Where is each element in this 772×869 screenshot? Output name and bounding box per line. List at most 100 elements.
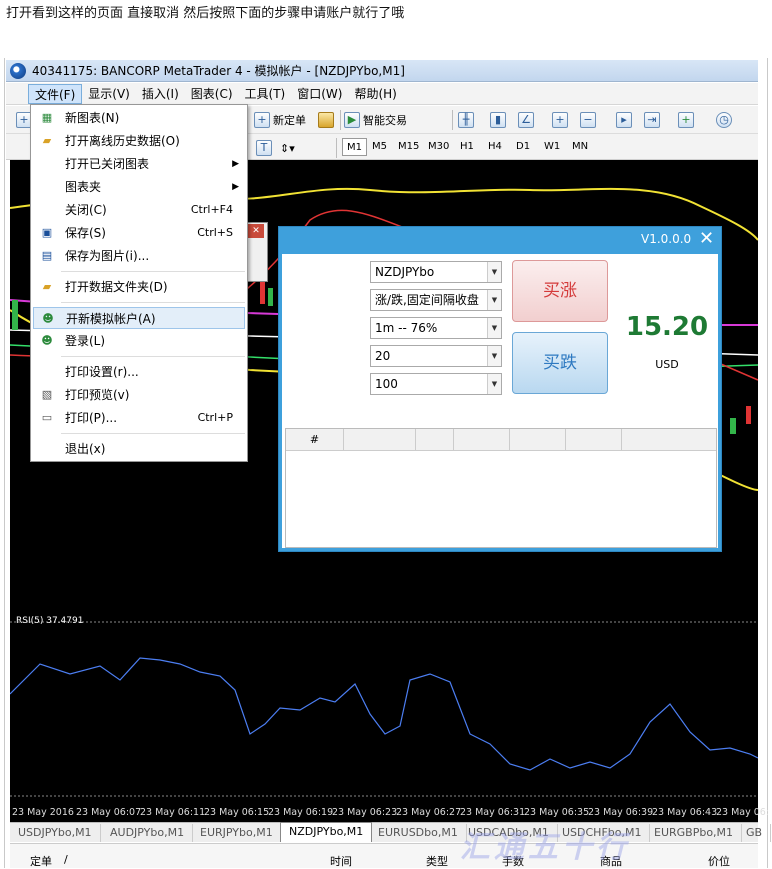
timeframe-h1[interactable]: H1	[456, 138, 478, 156]
tab-nzdjpy[interactable]: NZDJPYbo,M1	[280, 822, 373, 842]
timeframe-m5[interactable]: M5	[368, 138, 391, 156]
candle-red	[260, 280, 265, 304]
menu-item-label: 保存为图片(i)...	[65, 249, 150, 263]
grid-col[interactable]	[510, 429, 566, 451]
grid-col[interactable]	[416, 429, 454, 451]
tab-audjpy[interactable]: AUDJPYbo,M1	[102, 824, 194, 842]
menu-view[interactable]: 显示(V)	[82, 84, 136, 104]
menu-window[interactable]: 窗口(W)	[291, 84, 348, 104]
candle-green	[12, 300, 18, 330]
col-price[interactable]: 价位	[708, 853, 730, 869]
mode-select[interactable]: 涨/跌,固定间隔收盘 ▼	[370, 289, 502, 311]
menu-item-close[interactable]: 关闭(C) Ctrl+F4	[33, 199, 245, 221]
menu-item-label: 打印预览(v)	[65, 388, 130, 402]
time-label: 23 May 06:43	[652, 807, 718, 818]
balance-currency: USD	[655, 358, 679, 371]
timeframe-mn[interactable]: MN	[568, 138, 592, 156]
time-label: 23 May 06:27	[396, 807, 462, 818]
candlestick-button[interactable]: ▮	[490, 109, 506, 131]
menu-item-label: 打印设置(r)...	[65, 365, 139, 379]
zoom-in-button[interactable]: +	[552, 109, 568, 131]
menu-item-print-setup[interactable]: 打印设置(r)...	[33, 361, 245, 383]
new-order-button[interactable]: + 新定单	[254, 109, 306, 131]
toolbar-separator	[336, 138, 337, 158]
menu-item-label: 关闭(C)	[65, 203, 107, 217]
menu-charts[interactable]: 图表(C)	[185, 84, 239, 104]
timeframe-d1[interactable]: D1	[512, 138, 534, 156]
menu-item-open-demo-account[interactable]: ☻ 开新模拟帐户(A)	[33, 307, 245, 329]
buy-up-button[interactable]: 买涨	[512, 260, 608, 322]
window-titlebar[interactable]: 40341175: BANCORP MetaTrader 4 - 模拟帐户 - …	[6, 60, 758, 82]
gold-bar-icon	[318, 112, 334, 128]
menu-item-login[interactable]: ☻ 登录(L)	[33, 330, 245, 352]
menu-item-open-closed-chart[interactable]: 打开已关闭图表 ▶	[33, 153, 245, 175]
menu-item-exit[interactable]: 退出(x)	[33, 438, 245, 460]
buy-down-button[interactable]: 买跌	[512, 332, 608, 394]
chart-shift-icon: ⇥	[644, 112, 660, 128]
background-dialog-close-icon[interactable]: ✕	[248, 224, 264, 238]
balance-amount: 15.20	[625, 312, 709, 342]
new-chart-icon: ▦	[41, 111, 53, 124]
tab-eurjpy[interactable]: EURJPYbo,M1	[192, 824, 282, 842]
menu-help[interactable]: 帮助(H)	[348, 84, 402, 104]
gold-icon-button[interactable]	[318, 109, 334, 131]
col-type[interactable]: 类型	[426, 853, 448, 869]
chart-shift-button[interactable]: ⇥	[644, 109, 660, 131]
indicators-button[interactable]: +	[678, 109, 694, 131]
data-folder-icon: ▰	[42, 280, 52, 293]
menu-item-print[interactable]: ▭ 打印(P)... Ctrl+P	[33, 407, 245, 429]
clock-icon: ◷	[716, 112, 732, 128]
symbol-select[interactable]: NZDJPYbo ▼	[370, 261, 502, 283]
grid-col[interactable]	[454, 429, 510, 451]
rsi-indicator	[9, 614, 759, 804]
menu-item-label: 新图表(N)	[65, 111, 120, 125]
menu-item-save-as-picture[interactable]: ▤ 保存为图片(i)...	[33, 245, 245, 267]
bar-chart-button[interactable]: ╫	[458, 109, 474, 131]
timeframe-m30[interactable]: M30	[424, 138, 453, 156]
timeframe-h4[interactable]: H4	[484, 138, 506, 156]
line-chart-button[interactable]: ∠	[518, 109, 534, 131]
expiry-select[interactable]: 1m -- 76% ▼	[370, 317, 502, 339]
expert-advisors-label: 智能交易	[363, 114, 407, 127]
timeframe-w1[interactable]: W1	[540, 138, 564, 156]
tab-usdjpy[interactable]: USDJPYbo,M1	[10, 824, 101, 842]
text-tool-button[interactable]: T	[256, 137, 272, 159]
menu-item-open-data-folder[interactable]: ▰ 打开数据文件夹(D)	[33, 276, 245, 298]
quantity-select[interactable]: 100 ▼	[370, 373, 502, 395]
grid-col-number[interactable]: #	[286, 429, 344, 451]
menu-item-label: 图表夹	[65, 180, 102, 194]
amount-select[interactable]: 20 ▼	[370, 345, 502, 367]
auto-scroll-button[interactable]: ▸	[616, 109, 632, 131]
tab-eurusd[interactable]: EURUSDbo,M1	[370, 824, 467, 842]
periods-button[interactable]: ◷	[716, 109, 732, 131]
col-order[interactable]: 定单	[30, 853, 52, 869]
menu-item-profiles[interactable]: 图表夹 ▶	[33, 176, 245, 198]
menu-item-label: 开新模拟帐户(A)	[66, 312, 156, 326]
col-time[interactable]: 时间	[330, 853, 352, 869]
menu-item-new-chart[interactable]: ▦ 新图表(N)	[33, 107, 245, 129]
menu-item-label: 打印(P)...	[65, 411, 118, 425]
grid-col[interactable]	[344, 429, 416, 451]
binary-option-panel: V1.0.0.0 ✕ NZDJPYbo ▼ 涨/跌,固定间隔收盘 ▼ 1m -- 7…	[278, 226, 722, 552]
expert-advisors-button[interactable]: ▶ 智能交易	[344, 109, 407, 131]
menu-file[interactable]: 文件(F)	[28, 83, 83, 104]
orders-grid: #	[285, 428, 717, 548]
zoom-out-icon: −	[580, 112, 596, 128]
menu-item-save[interactable]: ▣ 保存(S) Ctrl+S	[33, 222, 245, 244]
panel-close-icon[interactable]: ✕	[699, 228, 714, 249]
menu-bar: 文件(F) 显示(V) 插入(I) 图表(C) 工具(T) 窗口(W) 帮助(H…	[6, 83, 758, 105]
text-tool-icon: T	[256, 140, 272, 156]
timeframe-m15[interactable]: M15	[394, 138, 423, 156]
zoom-out-button[interactable]: −	[580, 109, 596, 131]
menu-insert[interactable]: 插入(I)	[136, 84, 185, 104]
tab-gb[interactable]: GB	[738, 824, 772, 842]
menu-tools[interactable]: 工具(T)	[239, 84, 292, 104]
save-icon: ▣	[41, 226, 53, 239]
grid-col[interactable]	[566, 429, 622, 451]
menu-item-open-offline[interactable]: ▰ 打开离线历史数据(O)	[33, 130, 245, 152]
menu-item-print-preview[interactable]: ▧ 打印预览(v)	[33, 384, 245, 406]
timeframe-m1[interactable]: M1	[342, 138, 367, 156]
tab-eurgbp[interactable]: EURGBPbo,M1	[646, 824, 743, 842]
submenu-arrow-icon: ▶	[232, 182, 239, 192]
arrows-tool-button[interactable]: ⇕▾	[280, 137, 295, 159]
